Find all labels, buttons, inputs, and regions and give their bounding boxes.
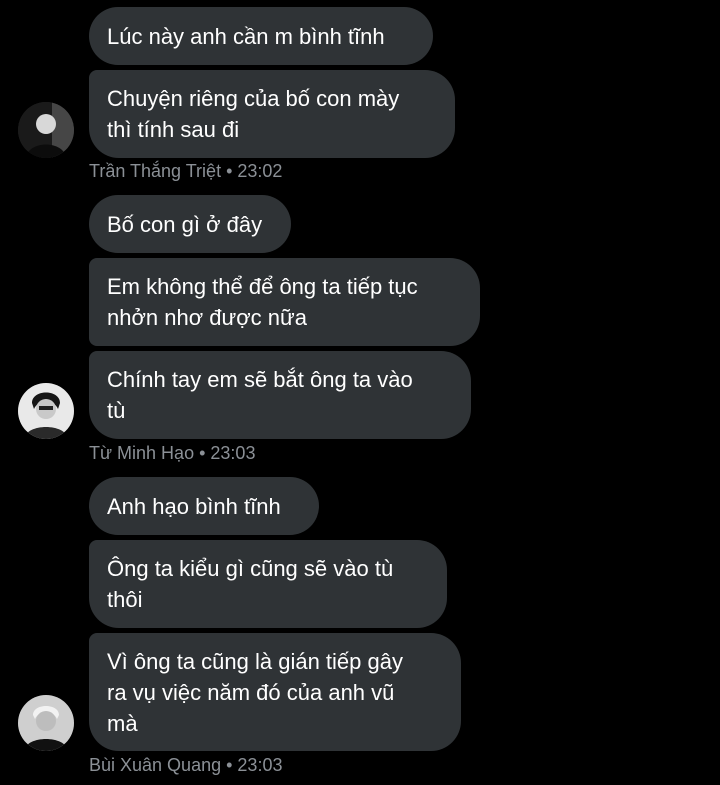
avatar[interactable] — [18, 695, 74, 751]
message-text: Bố con gì ở đây — [107, 211, 263, 237]
message-time: 23:02 — [237, 161, 283, 181]
message-bubble[interactable]: Em không thể để ông ta tiếp tục nhởn nhơ… — [89, 258, 480, 346]
message-bubble[interactable]: Chính tay em sẽ bắt ông ta vào tù — [89, 351, 471, 439]
sender-name[interactable]: Bùi Xuân Quang — [89, 755, 221, 775]
message-text: Vì ông ta cũng là gián tiếp gây — [107, 648, 403, 674]
person-avatar-icon — [18, 383, 74, 439]
meta-separator: • — [221, 755, 238, 775]
message-text: thì tính sau đi — [107, 117, 240, 142]
sender-name[interactable]: Từ Minh Hạo — [89, 443, 194, 463]
message-meta: Trần Thắng Triệt • 23:02 — [89, 161, 282, 181]
person-avatar-icon — [18, 102, 74, 158]
message-bubble[interactable]: Chuyện riêng của bố con mày thì tính sau… — [89, 70, 455, 158]
message-text: Anh hạo bình tĩnh — [107, 493, 281, 519]
message-bubble[interactable]: Lúc này anh cần m bình tĩnh — [89, 7, 433, 65]
message-bubble[interactable]: Anh hạo bình tĩnh — [89, 477, 319, 535]
message-time: 23:03 — [237, 755, 283, 775]
message-meta: Bùi Xuân Quang • 23:03 — [89, 755, 282, 775]
message-text: Em không thể để ông ta tiếp tục — [107, 274, 418, 299]
message-time: 23:03 — [210, 443, 256, 463]
message-text: ra vụ việc năm đó của anh vũ — [107, 679, 395, 705]
message-bubble[interactable]: Bố con gì ở đây — [89, 195, 291, 253]
message-text: Chuyện riêng của bố con mày — [107, 86, 400, 111]
avatar[interactable] — [18, 383, 74, 439]
message-text: nhởn nhơ được nữa — [107, 305, 307, 330]
avatar[interactable] — [18, 102, 74, 158]
message-text: Lúc này anh cần m bình tĩnh — [107, 23, 385, 49]
message-text: thôi — [107, 587, 143, 612]
message-bubble[interactable]: Ông ta kiểu gì cũng sẽ vào tù thôi — [89, 540, 447, 628]
sender-name[interactable]: Trần Thắng Triệt — [89, 161, 221, 181]
message-text: Ông ta kiểu gì cũng sẽ vào tù — [107, 556, 394, 581]
person-avatar-icon — [18, 695, 74, 751]
meta-separator: • — [221, 161, 238, 181]
message-text: mà — [107, 710, 138, 736]
message-text: tù — [107, 398, 126, 423]
meta-separator: • — [194, 443, 211, 463]
message-text: Chính tay em sẽ bắt ông ta vào — [107, 367, 413, 392]
message-meta: Từ Minh Hạo • 23:03 — [89, 443, 255, 463]
message-bubble[interactable]: Vì ông ta cũng là gián tiếp gây ra vụ vi… — [89, 633, 461, 751]
